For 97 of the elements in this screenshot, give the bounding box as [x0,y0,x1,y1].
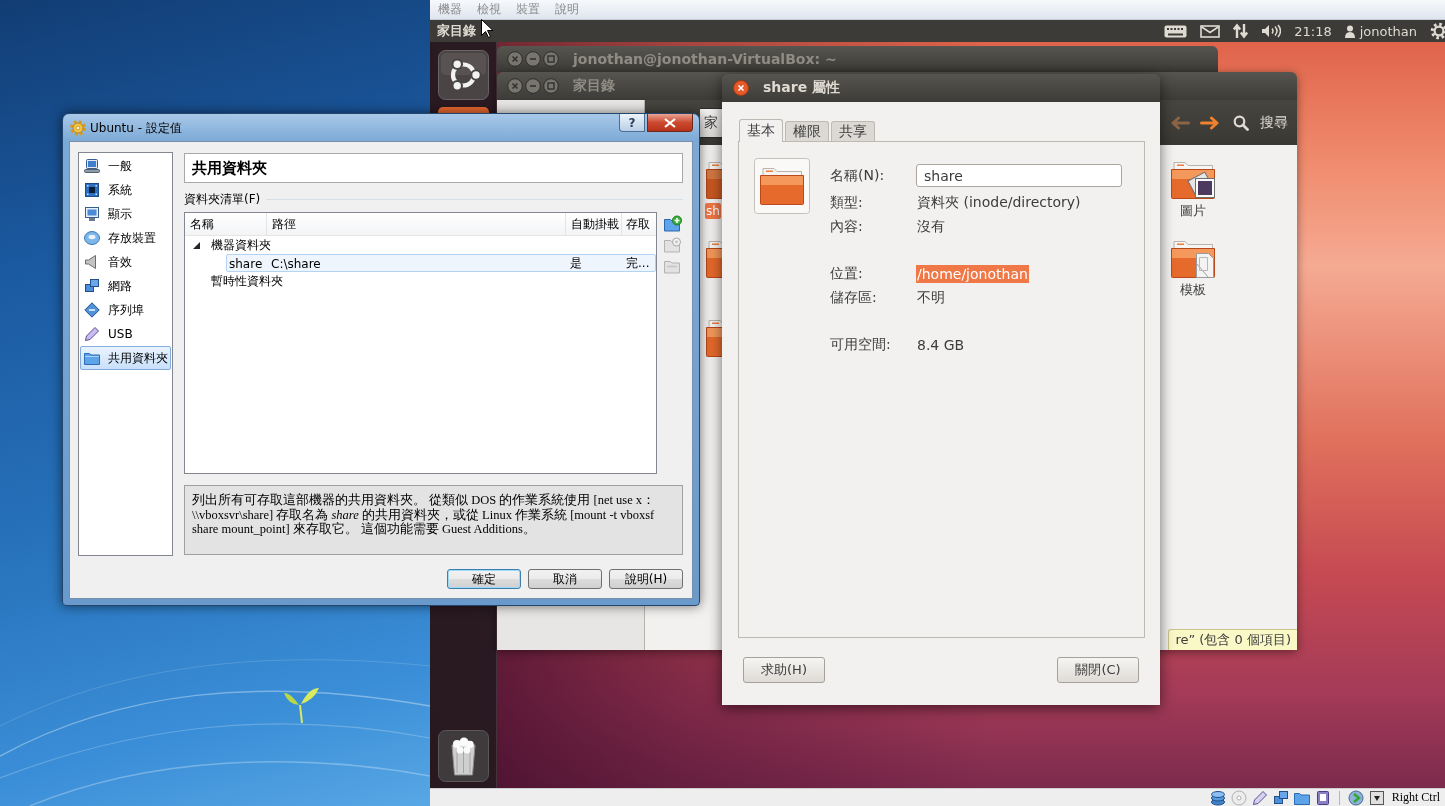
window-title: 家目錄 [573,77,615,95]
category-item[interactable]: USB [80,322,171,346]
up-down-arrows-icon[interactable] [1233,23,1249,39]
close-icon[interactable] [733,80,749,96]
column-header[interactable]: 路徑 [267,213,566,235]
table-cell-text: C:\share [270,256,322,271]
table-cell-text: 是 [569,255,583,272]
launcher-icon[interactable] [437,107,489,113]
table-row[interactable]: share C:\share 是 完... [226,254,656,272]
table-cell-text: 完... [625,255,651,272]
dialog-button[interactable]: 關閉(C) [1057,657,1139,683]
category-item[interactable]: 音效 [80,250,171,274]
envelope-icon[interactable] [1200,24,1221,38]
tab[interactable]: 共享 [831,121,875,141]
category-item[interactable]: 存放裝置 [80,226,171,250]
column-header[interactable]: 存取 [622,213,656,235]
laptop-icon [84,158,100,174]
group-label: 資料夾清單(F) [184,190,261,208]
window-title: share 屬性 [763,79,841,97]
keyboard-icon[interactable] [1164,24,1188,38]
disc-icon [84,230,100,246]
hard-disk-icon[interactable] [1209,789,1226,806]
name-field[interactable]: share [916,164,1122,187]
search-icon [1233,114,1249,131]
app-title: 家目錄 [437,22,476,40]
field-label: 名稱(N): [830,166,886,185]
close-button[interactable] [647,114,693,132]
dialog-button[interactable]: 確定 [447,569,521,589]
expander-icon[interactable] [193,241,200,249]
folder-icon[interactable] [1170,160,1216,200]
status-tooltip: re” (包含 0 個項目) [1168,629,1297,650]
forward-arrow-icon[interactable] [1200,115,1220,130]
field-value: 資料夾 (inode/directory) [916,193,1082,212]
field-label: 類型: [830,193,864,212]
field-value: /home/jonothan [916,265,1029,283]
pen-icon [84,326,100,342]
gear-icon [70,120,86,136]
file-name[interactable]: 圖片 [1179,203,1207,219]
monitor-icon [84,206,100,222]
help-button[interactable]: ? [619,114,645,132]
diamond-icon [84,302,100,318]
column-header[interactable]: 自動掛載 [566,213,622,235]
tree-group-label[interactable]: 暫時性資料夾 [211,272,283,290]
category-item[interactable]: 一般 [80,154,171,178]
field-label: 位置: [830,264,864,283]
field-label: 可用空間: [830,335,892,354]
window-title: Ubuntu - 設定值 [90,120,182,136]
chip-icon [84,182,100,198]
folder-icon[interactable] [705,239,722,279]
description-text: 列出所有可存取這部機器的共用資料夾。 從類似 DOS 的作業系統使用 [net use x： \\vboxsvr\share] 存取名為 share 的共用資料夾，或從 Linux 作業系統 [mount -t vboxsf share mount_point] 來存取它。 這個功能需要 Guest Additions。 [184,485,683,555]
clock[interactable]: 21:18 [1294,23,1332,39]
network-icon[interactable] [1272,789,1289,806]
square-icon[interactable] [1314,789,1331,806]
network-icon [84,278,100,294]
logo-icon[interactable] [437,50,489,100]
maximize-icon[interactable] [543,78,559,94]
field-value: 8.4 GB [916,336,966,354]
folder-icon[interactable] [705,160,722,200]
dialog-button[interactable]: 說明(H) [609,569,683,589]
field-label: 儲存區: [830,288,878,307]
column-header[interactable]: 名稱 [185,213,267,235]
window-title: jonothan@jonothan-VirtualBox: ~ [573,51,837,67]
tree-group-label[interactable]: 機器資料夾 [211,236,271,254]
table-cell-text: share [228,256,264,271]
host-key-label: Right Ctrl [1391,790,1440,805]
maximize-icon[interactable] [543,51,559,67]
category-item[interactable]: 共用資料夾 [80,346,171,370]
minimize-icon[interactable] [525,51,541,67]
category-item[interactable]: 顯示 [80,202,171,226]
dialog-button[interactable]: 取消 [528,569,602,589]
folder-icon[interactable] [705,318,722,358]
dialog-button[interactable]: 求助(H) [743,657,825,683]
category-item[interactable]: 系統 [80,178,171,202]
file-name[interactable]: 模板 [1179,282,1207,298]
field-value: 沒有 [916,217,946,236]
folder-plus-icon[interactable] [664,215,682,232]
trash-icon[interactable] [437,730,489,782]
folder-icon[interactable] [1170,239,1216,279]
field-value: 不明 [916,288,946,307]
folder-icon[interactable] [754,158,810,214]
minimize-icon[interactable] [525,78,541,94]
user-menu[interactable]: jonothan [1344,23,1417,39]
page-title: 共用資料夾 [184,153,683,183]
folder-icon [84,350,100,366]
path-button[interactable]: 家 [700,107,722,138]
tab[interactable]: 權限 [785,121,829,141]
speaker-icon[interactable] [1261,24,1282,38]
category-item[interactable]: 網路 [80,274,171,298]
search-button[interactable]: 搜尋 [1233,113,1288,132]
category-item[interactable]: 序列埠 [80,298,171,322]
mouse-pointer-icon [481,19,493,38]
person-icon [1344,24,1355,38]
gear-icon[interactable] [1430,22,1445,40]
field-label: 內容: [830,217,864,236]
close-icon [663,117,677,128]
tab[interactable]: 基本 [739,119,783,142]
leaf-icon [284,688,319,724]
